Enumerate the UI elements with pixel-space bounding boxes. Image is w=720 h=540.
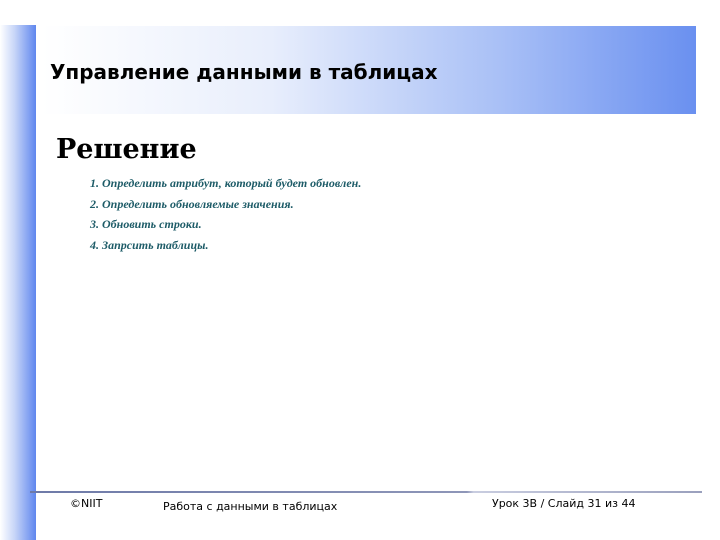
step-item: 2. Определить обновляемые значения. [90,196,294,211]
steps-list: 1. Определить атрибут, который будет обн… [90,174,361,256]
step-item: 1. Определить атрибут, который будет обн… [90,176,362,190]
step-item: 3. Обновить строки. [90,217,202,231]
step-item: 4. Запрсить таблицы. [90,237,209,252]
slide-title: Управление данными в таблицах [50,60,438,84]
section-heading: Решение [56,134,197,165]
footer-course-title: Работа с данными в таблицах [163,500,338,513]
footer-copyright: ©NIIT [70,497,103,510]
footer-divider [30,491,702,493]
left-gradient-bar [0,25,36,540]
footer-slide-number: Урок 3B / Слайд 31 из 44 [492,497,636,510]
